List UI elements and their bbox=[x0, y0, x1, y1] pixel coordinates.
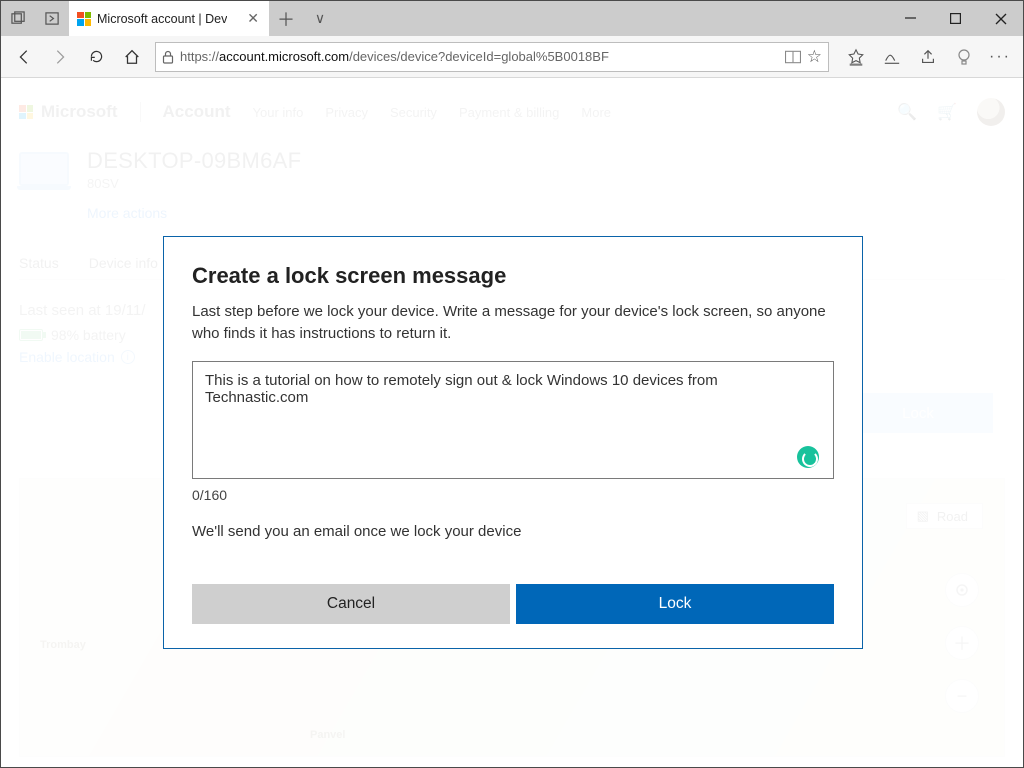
browser-titlebar: Microsoft account | Dev ✕ ＋ ∨ bbox=[1, 1, 1023, 36]
set-aside-tabs-icon[interactable] bbox=[35, 11, 69, 26]
back-button[interactable] bbox=[7, 40, 41, 74]
modal-description: Last step before we lock your device. Wr… bbox=[192, 301, 834, 345]
spinner-icon bbox=[797, 446, 819, 468]
refresh-button[interactable] bbox=[79, 40, 113, 74]
browser-tab[interactable]: Microsoft account | Dev ✕ bbox=[69, 1, 269, 36]
char-counter: 0/160 bbox=[192, 487, 834, 503]
close-tab-icon[interactable]: ✕ bbox=[247, 10, 259, 27]
tips-icon[interactable] bbox=[947, 40, 981, 74]
tab-actions-icon[interactable] bbox=[1, 11, 35, 26]
lock-button[interactable]: Lock bbox=[516, 584, 834, 624]
close-window-button[interactable] bbox=[978, 1, 1023, 36]
favorite-star-icon[interactable]: ☆ bbox=[807, 47, 822, 67]
ms-logo-icon bbox=[77, 12, 91, 26]
tab-title: Microsoft account | Dev bbox=[97, 12, 227, 26]
url-input[interactable]: https://account.microsoft.com/devices/de… bbox=[155, 42, 829, 72]
minimize-button[interactable] bbox=[888, 1, 933, 36]
email-note: We'll send you an email once we lock you… bbox=[192, 523, 834, 540]
tab-chevron-icon[interactable]: ∨ bbox=[303, 10, 337, 27]
lock-message-input[interactable]: This is a tutorial on how to remotely si… bbox=[192, 361, 834, 479]
maximize-button[interactable] bbox=[933, 1, 978, 36]
notes-icon[interactable] bbox=[875, 40, 909, 74]
share-icon[interactable] bbox=[911, 40, 945, 74]
lock-message-value: This is a tutorial on how to remotely si… bbox=[205, 372, 718, 406]
favorites-icon[interactable] bbox=[839, 40, 873, 74]
modal-title: Create a lock screen message bbox=[192, 263, 834, 289]
lock-message-modal: Create a lock screen message Last step b… bbox=[163, 236, 863, 649]
more-icon[interactable]: ··· bbox=[983, 40, 1017, 74]
forward-button[interactable] bbox=[43, 40, 77, 74]
lock-icon bbox=[162, 50, 174, 64]
home-button[interactable] bbox=[115, 40, 149, 74]
address-bar: https://account.microsoft.com/devices/de… bbox=[1, 36, 1023, 78]
cancel-button[interactable]: Cancel bbox=[192, 584, 510, 624]
reading-view-icon[interactable] bbox=[785, 50, 801, 64]
new-tab-button[interactable]: ＋ bbox=[269, 6, 303, 32]
url-text: https://account.microsoft.com/devices/de… bbox=[180, 49, 609, 64]
